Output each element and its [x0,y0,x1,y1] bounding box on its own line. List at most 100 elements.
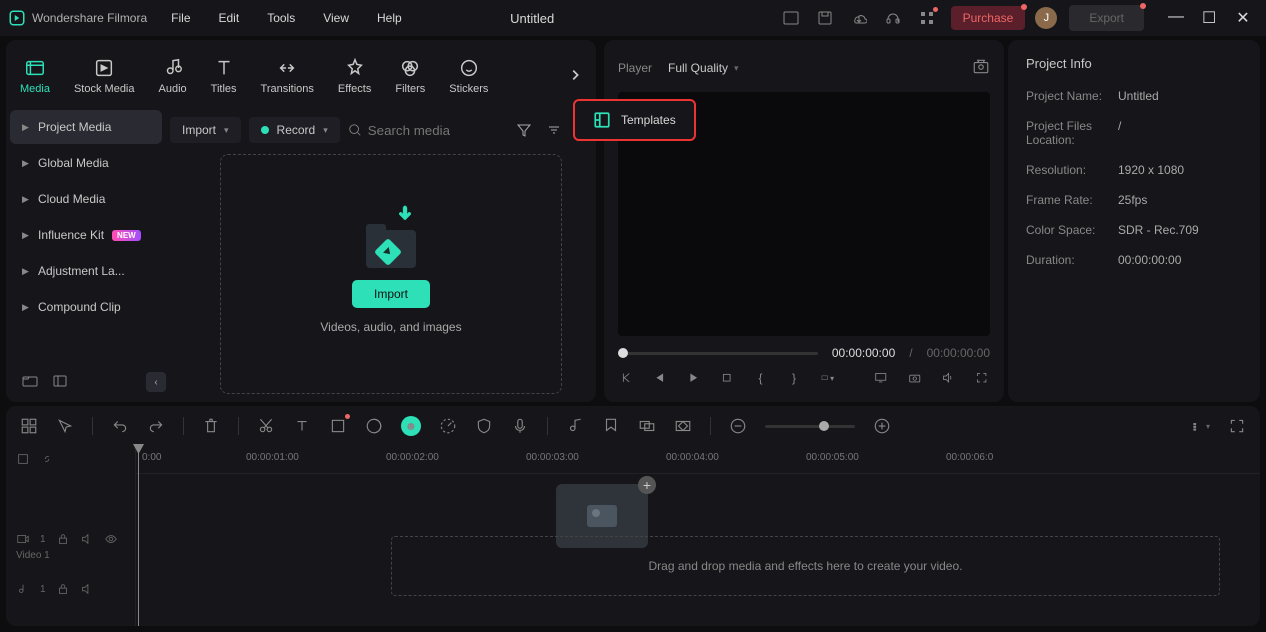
expand-tl-icon[interactable] [1228,417,1246,435]
camera-icon[interactable] [908,370,921,386]
record-dot-icon [261,126,269,134]
close-icon[interactable]: ✕ [1236,8,1250,28]
media-panel: Media Stock Media Audio Titles Transitio… [6,40,596,402]
tree-project-media[interactable]: ▶Project Media [10,110,162,144]
tabs-more-icon[interactable] [568,68,582,85]
zoom-out-icon[interactable] [729,417,747,435]
media-dropzone[interactable]: Import Videos, audio, and images [220,154,562,394]
stop-icon[interactable] [720,370,733,386]
search-input[interactable] [368,123,488,138]
playhead[interactable] [138,446,139,626]
play-icon[interactable] [687,370,700,386]
tab-titles[interactable]: Titles [211,57,237,95]
zoom-slider[interactable] [765,425,855,428]
layout-icon[interactable] [783,10,799,26]
new-bin-icon[interactable] [52,373,68,392]
tab-filters[interactable]: Filters [395,57,425,95]
delete-icon[interactable] [202,417,220,435]
tl-cursor-icon[interactable] [56,417,74,435]
lock-icon[interactable] [56,582,70,596]
redo-icon[interactable] [147,417,165,435]
ai-face-icon[interactable]: ☻ [401,416,421,436]
templates-icon [593,111,611,129]
purchase-button[interactable]: Purchase [951,6,1026,30]
collapse-tree-icon[interactable]: ‹ [146,372,166,392]
shield-icon[interactable] [475,417,493,435]
tab-stickers[interactable]: Stickers [449,57,488,95]
timeline-tracks-area[interactable]: 0:00 00:00:01:00 00:00:02:00 00:00:03:00… [136,446,1260,626]
export-button[interactable]: Export [1069,5,1144,31]
mic-icon[interactable] [511,417,529,435]
music-icon[interactable] [566,417,584,435]
filter-icon[interactable] [516,122,532,138]
crop-icon[interactable] [329,417,347,435]
player-label: Player [618,61,652,75]
quality-dropdown[interactable]: Full Quality▾ [668,61,739,75]
lock-icon[interactable] [56,532,70,546]
time-current: 00:00:00:00 [832,346,895,360]
tree-global-media[interactable]: ▶Global Media [10,146,162,180]
mark-out-icon[interactable]: } [787,370,800,386]
save-icon[interactable] [817,10,833,26]
fullscreen-icon[interactable] [975,370,988,386]
color-icon[interactable] [365,417,383,435]
preview-panel: Player Full Quality▾ 00:00:00:00 / 00:00… [604,40,1004,402]
menu-edit[interactable]: Edit [219,11,240,25]
timeline-lock-icon[interactable] [16,452,30,466]
volume-icon[interactable] [941,370,954,386]
tab-effects[interactable]: Effects [338,57,371,95]
cloud-download-icon[interactable] [851,10,867,26]
menu-file[interactable]: File [171,11,190,25]
text-icon[interactable] [293,417,311,435]
timeline-drop-hint: Drag and drop media and effects here to … [391,536,1220,596]
speed-icon[interactable] [439,417,457,435]
minimize-icon[interactable]: — [1168,8,1182,28]
video-track-icon[interactable] [16,532,30,546]
marker-icon[interactable] [602,417,620,435]
search-icon [348,123,362,137]
audio-track-icon[interactable] [16,582,30,596]
project-info-panel: Project Info Project Name:Untitled Proje… [1008,40,1260,402]
user-avatar[interactable]: J [1035,7,1057,29]
scrubber[interactable] [618,352,818,355]
step-back-icon[interactable] [653,370,666,386]
tree-influence-kit[interactable]: ▶Influence KitNEW [10,218,162,252]
tab-stock-media[interactable]: Stock Media [74,57,135,95]
import-button[interactable]: Import [352,280,430,308]
tab-media[interactable]: Media [20,57,50,95]
snapshot-icon[interactable] [972,58,990,79]
tl-grid-icon[interactable] [20,417,38,435]
mute-icon[interactable] [80,532,94,546]
titlebar: Wondershare Filmora File Edit Tools View… [0,0,1266,36]
record-dropdown[interactable]: Record▾ [249,117,340,143]
search-media[interactable] [348,123,508,138]
keyframe-icon[interactable] [674,417,692,435]
cut-icon[interactable] [257,417,275,435]
eye-icon[interactable] [104,532,118,546]
time-total: 00:00:00:00 [927,346,990,360]
mute-icon[interactable] [80,582,94,596]
apps-icon[interactable] [919,10,935,26]
new-folder-icon[interactable] [22,373,38,392]
maximize-icon[interactable]: ☐ [1202,8,1216,28]
sort-icon[interactable] [546,122,562,138]
track-view-icon[interactable]: ▾ [1192,417,1210,435]
display-icon[interactable] [874,370,887,386]
group-icon[interactable] [638,417,656,435]
prev-frame-icon[interactable] [620,370,633,386]
mark-in-icon[interactable]: { [754,370,767,386]
tree-cloud-media[interactable]: ▶Cloud Media [10,182,162,216]
templates-button[interactable]: Templates [573,99,696,141]
zoom-in-icon[interactable] [873,417,891,435]
import-dropdown[interactable]: Import▾ [170,117,241,143]
tree-compound-clip[interactable]: ▶Compound Clip [10,290,162,324]
headphones-icon[interactable] [885,10,901,26]
app-name: Wondershare Filmora [32,11,147,25]
timeline-link-icon[interactable] [40,452,54,466]
tab-audio[interactable]: Audio [159,57,187,95]
tab-transitions[interactable]: Transitions [261,57,314,95]
aspect-icon[interactable]: ▾ [821,370,834,386]
undo-icon[interactable] [111,417,129,435]
timeline-ruler[interactable]: 0:00 00:00:01:00 00:00:02:00 00:00:03:00… [136,446,1260,474]
tree-adjustment-layer[interactable]: ▶Adjustment La... [10,254,162,288]
